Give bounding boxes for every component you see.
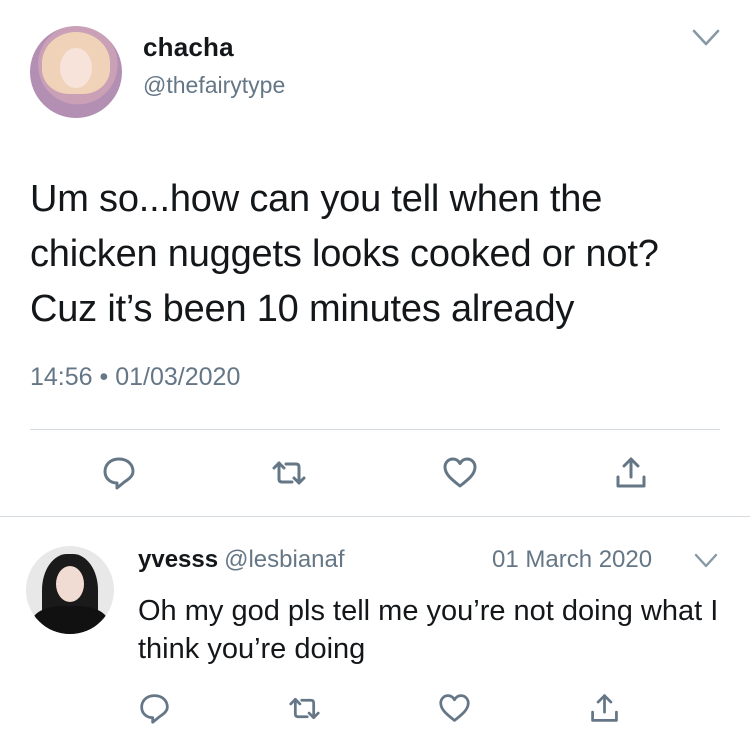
reply-icon — [140, 694, 169, 724]
retweet-button[interactable] — [288, 692, 321, 725]
chevron-down-icon[interactable] — [692, 28, 720, 48]
author-handle[interactable]: @thefairytype — [143, 72, 285, 99]
retweet-button[interactable] — [271, 455, 307, 491]
retweet-icon — [289, 697, 320, 720]
like-button[interactable] — [438, 692, 471, 725]
share-button[interactable] — [588, 692, 621, 725]
divider — [0, 516, 750, 517]
heart-icon — [439, 694, 470, 722]
reply-text: Oh my god pls tell me you’re not doing w… — [138, 595, 719, 665]
reply-handle: @lesbianaf — [224, 546, 345, 573]
chevron-down-icon[interactable] — [694, 552, 718, 569]
tweet-date: 01/03/2020 — [115, 363, 241, 391]
reply-author[interactable]: yvesss @lesbianaf — [138, 546, 345, 574]
reply-display-name: yvesss — [138, 546, 219, 573]
avatar-face — [56, 566, 84, 602]
reply-icon — [103, 457, 135, 490]
meta-separator: • — [99, 363, 109, 391]
like-button[interactable] — [442, 455, 478, 491]
avatar[interactable] — [26, 546, 114, 634]
share-icon — [591, 694, 618, 722]
share-icon — [616, 457, 646, 488]
reply-button[interactable] — [101, 455, 137, 491]
avatar[interactable] — [30, 26, 122, 118]
reply-date[interactable]: 01 March 2020 — [492, 546, 652, 574]
avatar-face — [60, 48, 92, 88]
tweet-time: 14:56 — [30, 363, 93, 391]
divider — [30, 429, 720, 430]
share-button[interactable] — [613, 455, 649, 491]
heart-icon — [443, 457, 477, 488]
retweet-icon — [272, 461, 306, 485]
avatar-body — [32, 606, 108, 634]
tweet-text: Um so...how can you tell when the chicke… — [30, 178, 659, 330]
reply-button[interactable] — [138, 692, 171, 725]
tweet-timestamp[interactable]: 14:56 • 01/03/2020 — [30, 363, 240, 392]
author-display-name[interactable]: chacha — [143, 32, 234, 63]
